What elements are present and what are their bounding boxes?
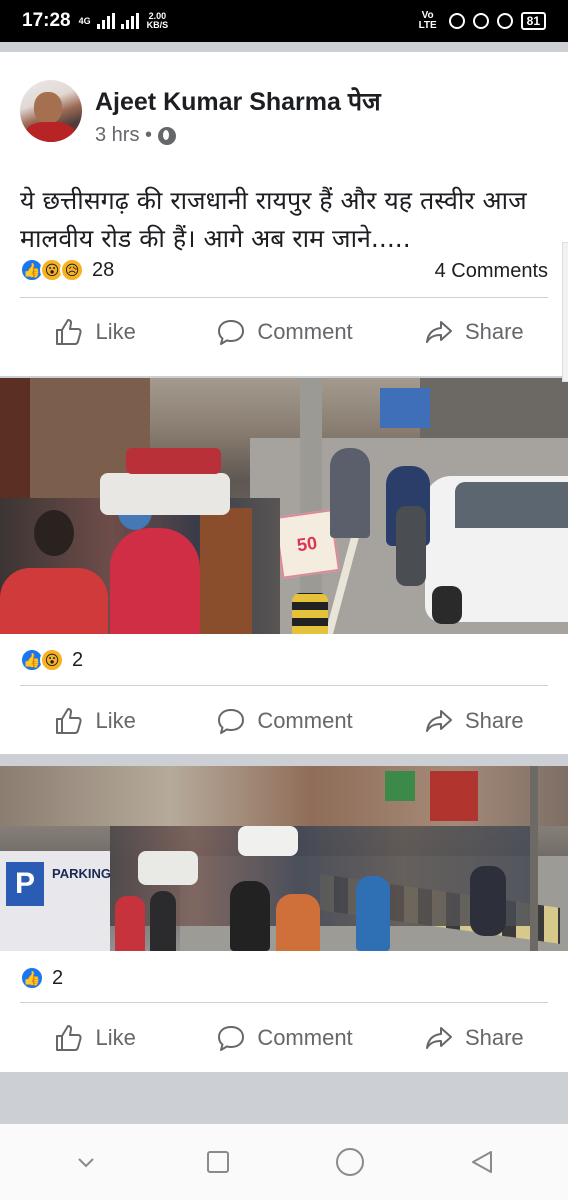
back-triangle-icon	[472, 1151, 492, 1173]
share-icon	[425, 1027, 452, 1049]
share-icon	[425, 710, 452, 732]
system-nav-bar	[0, 1124, 568, 1200]
photo-1-reactions[interactable]: 👍 😮 2	[20, 648, 83, 672]
thumbs-up-icon	[56, 319, 83, 345]
dnd-icon	[496, 13, 513, 29]
like-icon: 👍	[20, 966, 44, 990]
share-icon	[425, 321, 452, 343]
thumbs-up-icon	[56, 708, 83, 734]
divider	[20, 297, 548, 298]
divider	[20, 1002, 548, 1003]
data-saver-icon	[448, 13, 465, 29]
sad-icon: 😥	[60, 258, 84, 282]
signal-icon	[96, 13, 115, 29]
status-time: 17:28	[22, 10, 71, 31]
comment-icon	[218, 320, 245, 345]
chevron-down-icon	[78, 1158, 94, 1168]
post-time[interactable]: 3 hrs •	[95, 124, 152, 147]
photo-card-2: P PARKING 👍 2 Like Comment Share	[0, 766, 568, 1072]
avatar-face	[34, 92, 62, 124]
comment-button[interactable]: Comment	[189, 316, 378, 348]
like-label: Like	[95, 708, 136, 733]
photo-card-1: 50 👍 😮 2 Like Comment Share	[0, 378, 568, 754]
like-label: Like	[95, 319, 136, 344]
post-meta: 3 hrs •	[95, 124, 177, 147]
scroll-indicator[interactable]	[562, 242, 568, 382]
comment-label: Comment	[257, 708, 353, 733]
back-button[interactable]	[462, 1142, 502, 1182]
comment-label: Comment	[257, 319, 353, 344]
photo-1[interactable]: 50	[0, 378, 568, 634]
home-button[interactable]	[330, 1142, 370, 1182]
photo-2-reactions[interactable]: 👍 2	[20, 966, 63, 990]
post-author[interactable]: Ajeet Kumar Sharma पेज	[95, 84, 381, 118]
recent-apps-button[interactable]	[198, 1142, 238, 1182]
photo-2-reaction-count: 2	[52, 966, 64, 989]
status-right: Vo LTE 81	[415, 11, 546, 31]
wow-icon: 😮	[40, 648, 64, 672]
network-type: 4G	[78, 15, 91, 26]
avatar[interactable]	[20, 80, 82, 142]
news-feed[interactable]: Ajeet Kumar Sharma पेज 3 hrs • ये छत्तीस…	[0, 42, 568, 1124]
photo-1-actions: Like Comment Share	[0, 691, 568, 751]
like-button[interactable]: Like	[0, 705, 189, 737]
volte-label: Vo LTE	[418, 10, 437, 31]
thumbs-up-icon	[56, 1025, 83, 1051]
share-label: Share	[464, 319, 524, 344]
like-button[interactable]: Like	[0, 316, 189, 348]
divider	[20, 685, 548, 686]
network-speed: 2.00 KB/S	[147, 12, 169, 30]
battery-indicator: 81	[520, 12, 546, 30]
signal-icon-2	[120, 13, 139, 29]
share-button[interactable]: Share	[379, 705, 568, 737]
post-card: Ajeet Kumar Sharma पेज 3 hrs • ये छत्तीस…	[0, 52, 568, 376]
alarm-icon	[472, 13, 489, 29]
like-label: Like	[95, 1025, 136, 1050]
photo-2-actions: Like Comment Share	[0, 1008, 568, 1068]
square-icon	[207, 1151, 229, 1173]
photo-1-reaction-count: 2	[72, 648, 84, 671]
share-label: Share	[464, 1025, 524, 1050]
photo-2[interactable]: P PARKING	[0, 766, 568, 951]
share-label: Share	[464, 708, 524, 733]
post-text: ये छत्तीसगढ़ की राजधानी रायपुर हैं और यह…	[20, 186, 527, 253]
comment-button[interactable]: Comment	[189, 705, 378, 737]
comment-button[interactable]: Comment	[189, 1022, 378, 1054]
comments-count[interactable]: 4 Comments	[435, 260, 548, 283]
network-speed-unit: KB/S	[146, 20, 169, 30]
reaction-count: 28	[92, 258, 115, 281]
nav-down-button[interactable]	[66, 1142, 106, 1182]
status-bar: 17:28 4G 2.00 KB/S Vo LTE 81	[0, 0, 568, 42]
comment-label: Comment	[257, 1025, 353, 1050]
globe-icon	[158, 126, 177, 145]
status-left: 17:28 4G 2.00 KB/S	[22, 10, 168, 32]
avatar-shirt	[26, 122, 74, 142]
comment-icon	[218, 1026, 245, 1051]
share-button[interactable]: Share	[379, 1022, 568, 1054]
post-actions: Like Comment Share	[0, 302, 568, 362]
comment-icon	[218, 709, 245, 734]
circle-icon	[336, 1148, 364, 1176]
share-button[interactable]: Share	[379, 316, 568, 348]
like-button[interactable]: Like	[0, 1022, 189, 1054]
parking-sign: PARKING	[52, 866, 111, 881]
post-reactions[interactable]: 👍 😮 😥 28	[20, 258, 114, 282]
